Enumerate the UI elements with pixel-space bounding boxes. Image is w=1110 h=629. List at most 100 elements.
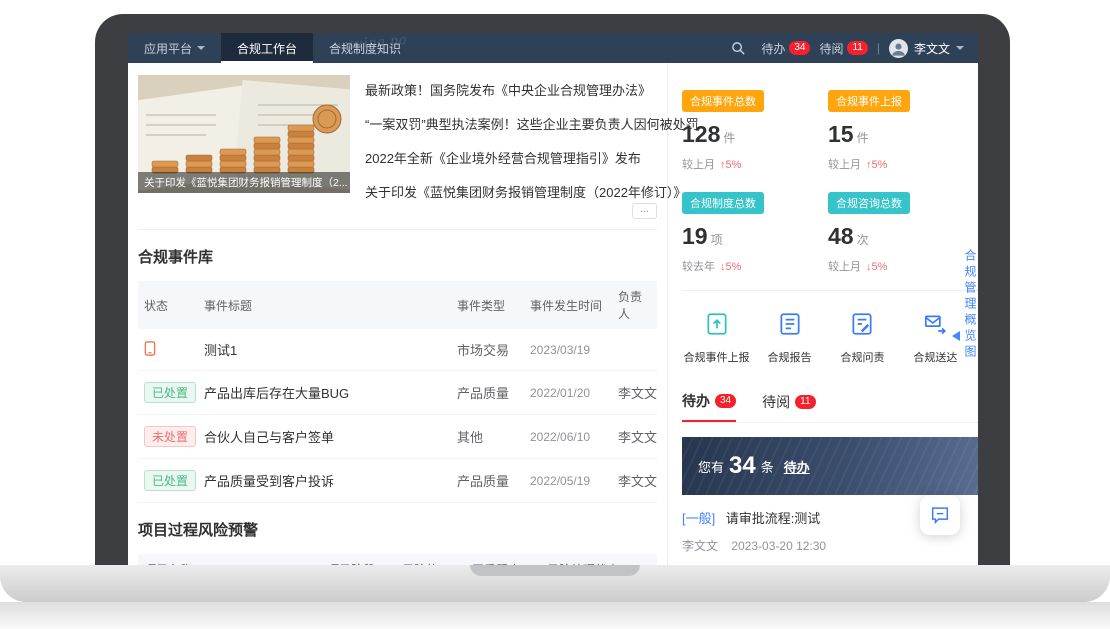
event-type-cell: 市场交易 <box>451 329 524 371</box>
news-list: 最新政策！国务院发布《中央企业合规管理办法》 “一案双罚”典型执法案例！这些企业… <box>365 75 699 201</box>
col-type: 事件类型 <box>451 281 524 329</box>
nav-right-area: 待办 34 待阅 11 | 李文文 <box>731 39 978 58</box>
news-featured-image[interactable]: 关于印发《蓝悦集团财务报销管理制度（2... <box>138 75 350 193</box>
quick-action-event-report[interactable]: 合规事件上报 <box>682 311 751 365</box>
stat-trend: ↑5% <box>866 159 887 171</box>
col-owner: 负责人 <box>612 281 657 329</box>
event-owner-cell: 李文文 <box>612 371 657 415</box>
tab-toread[interactable]: 待阅 11 <box>762 391 815 422</box>
left-column: 关于印发《蓝悦集团财务报销管理制度（2... 最新政策！国务院发布《中央企业合规… <box>128 63 668 565</box>
news-more-button[interactable]: ... <box>632 203 657 219</box>
event-title-cell: 产品出库后存在大量BUG <box>198 371 451 415</box>
stat-badge: 合规事件总数 <box>682 90 764 112</box>
priority-tag: [一般] <box>682 511 715 526</box>
stat-value: 128 <box>682 121 720 147</box>
todo-count-badge: 34 <box>789 41 810 55</box>
laptop-base-notch <box>470 565 640 576</box>
stat-unit: 次 <box>857 233 869 247</box>
caret-down-icon <box>197 46 205 50</box>
col-risk-status: 风险处理状态 <box>541 554 657 565</box>
news-item[interactable]: 最新政策！国务院发布《中央企业合规管理办法》 <box>365 80 699 99</box>
nav-app-platform-dropdown[interactable]: 应用平台 <box>128 33 221 63</box>
nav-tab-label: 合规制度知识 <box>329 40 401 57</box>
stat-unit: 项 <box>711 233 723 247</box>
user-name: 李文文 <box>914 40 950 57</box>
banner-prefix: 您有 <box>698 457 724 476</box>
stat-value: 48 <box>828 223 854 249</box>
status-badge: 已处置 <box>144 382 196 403</box>
event-owner-cell: 李文文 <box>612 415 657 459</box>
col-title: 事件标题 <box>198 281 451 329</box>
event-date-cell: 2022/01/20 <box>524 371 612 415</box>
todo-count-badge: 34 <box>715 394 736 408</box>
stat-unit: 件 <box>857 131 869 145</box>
stat-card-events-reported[interactable]: 合规事件上报 15件 较上月↑5% <box>828 90 960 172</box>
nav-tab-compliance-workbench[interactable]: 合规工作台 <box>221 33 313 63</box>
stat-card-events-total[interactable]: 合规事件总数 128件 较上月 ↑5% <box>682 90 814 172</box>
banner-todo-link[interactable]: 待办 <box>784 457 810 476</box>
risk-warning-title: 项目过程风险预警 <box>138 519 657 540</box>
quick-actions: 合规事件上报 合规报告 合规问责 <box>682 291 978 365</box>
nav-app-platform-label: 应用平台 <box>144 40 192 57</box>
quick-action-compliance-report[interactable]: 合规报告 <box>755 311 824 365</box>
event-date-cell: 2022/05/19 <box>524 459 612 503</box>
event-type-cell: 产品质量 <box>451 459 524 503</box>
event-type-cell: 其他 <box>451 415 524 459</box>
main-content: 关于印发《蓝悦集团财务报销管理制度（2... 最新政策！国务院发布《中央企业合规… <box>128 63 978 565</box>
quick-action-label: 合规事件上报 <box>682 349 751 365</box>
event-library-title: 合规事件库 <box>138 246 657 267</box>
event-date-cell: 2023/03/19 <box>524 329 612 371</box>
table-row[interactable]: 已处置 产品质量受到客户投诉 产品质量 2022/05/19 李文文 <box>138 459 657 503</box>
laptop-base-shadow <box>0 602 1110 629</box>
stat-unit: 件 <box>723 131 735 145</box>
event-title-cell: 产品质量受到客户投诉 <box>198 459 451 503</box>
stat-compare-label: 较上月 <box>682 159 715 171</box>
stat-trend: ↓5% <box>720 261 741 273</box>
stat-card-policies-total[interactable]: 合规制度总数 19项 较去年↓5% <box>682 192 814 274</box>
table-row[interactable]: 测试1 市场交易 2023/03/19 <box>138 329 657 371</box>
status-cell <box>138 329 198 371</box>
status-cell: 已处置 <box>138 459 198 503</box>
col-status: 状态 <box>138 281 198 329</box>
status-cell: 已处置 <box>138 371 198 415</box>
overview-drawer-handle[interactable]: 合规管理概览图 <box>962 249 977 361</box>
banner-count: 34 <box>729 452 756 480</box>
nav-todo-label: 待办 <box>761 40 785 57</box>
user-menu[interactable]: 李文文 <box>889 39 964 58</box>
col-project-stage: 项目阶段 <box>321 554 396 565</box>
tab-label: 待阅 <box>762 392 790 412</box>
status-cell: 未处置 <box>138 415 198 459</box>
stat-badge: 合规制度总数 <box>682 192 764 214</box>
nav-todo-link[interactable]: 待办 34 <box>761 40 810 57</box>
event-owner-cell <box>612 329 657 371</box>
stat-card-consultations-total[interactable]: 合规咨询总数 48次 较上月↓5% <box>828 192 960 274</box>
table-row[interactable]: 未处置 合伙人自己与客户签单 其他 2022/06/10 李文文 <box>138 415 657 459</box>
col-date: 事件发生时间 <box>524 281 612 329</box>
stat-badge: 合规事件上报 <box>828 90 910 112</box>
nav-tab-label: 合规工作台 <box>237 40 297 57</box>
news-item[interactable]: “一案双罚”典型执法案例！这些企业主要负责人因何被处罚 <box>365 114 699 133</box>
report-upload-icon <box>704 311 730 337</box>
section-divider <box>138 229 657 230</box>
news-item[interactable]: 关于印发《蓝悦集团财务报销管理制度（2022年修订）》... <box>365 182 699 201</box>
quick-action-accountability[interactable]: 合规问责 <box>828 311 897 365</box>
nav-toread-link[interactable]: 待阅 11 <box>819 40 867 57</box>
stat-trend: ↑5% <box>720 159 741 171</box>
event-owner-cell: 李文文 <box>612 459 657 503</box>
status-badge: 未处置 <box>144 426 196 447</box>
nav-tab-compliance-knowledge[interactable]: 合规制度知识 <box>313 33 417 63</box>
todo-time: 2023-03-20 12:30 <box>731 539 826 553</box>
tab-todo[interactable]: 待办 34 <box>682 391 736 422</box>
search-icon[interactable] <box>731 41 746 56</box>
feedback-float-button[interactable] <box>920 495 960 535</box>
toread-count-badge: 11 <box>795 395 815 409</box>
toread-count-badge: 11 <box>847 41 867 55</box>
stat-value: 19 <box>682 223 708 249</box>
table-header-row: 项目名称 项目阶段 风险值 严重程度 风险处理状态 <box>138 554 657 565</box>
table-row[interactable]: 已处置 产品出库后存在大量BUG 产品质量 2022/01/20 李文文 <box>138 371 657 415</box>
stat-compare-label: 较上月 <box>828 261 861 273</box>
news-item[interactable]: 2022年全新《企业境外经营合规管理指引》发布 <box>365 148 699 167</box>
chevron-left-icon <box>952 331 960 341</box>
col-risk-value: 风险值 <box>396 554 466 565</box>
feedback-chat-icon <box>929 504 951 526</box>
